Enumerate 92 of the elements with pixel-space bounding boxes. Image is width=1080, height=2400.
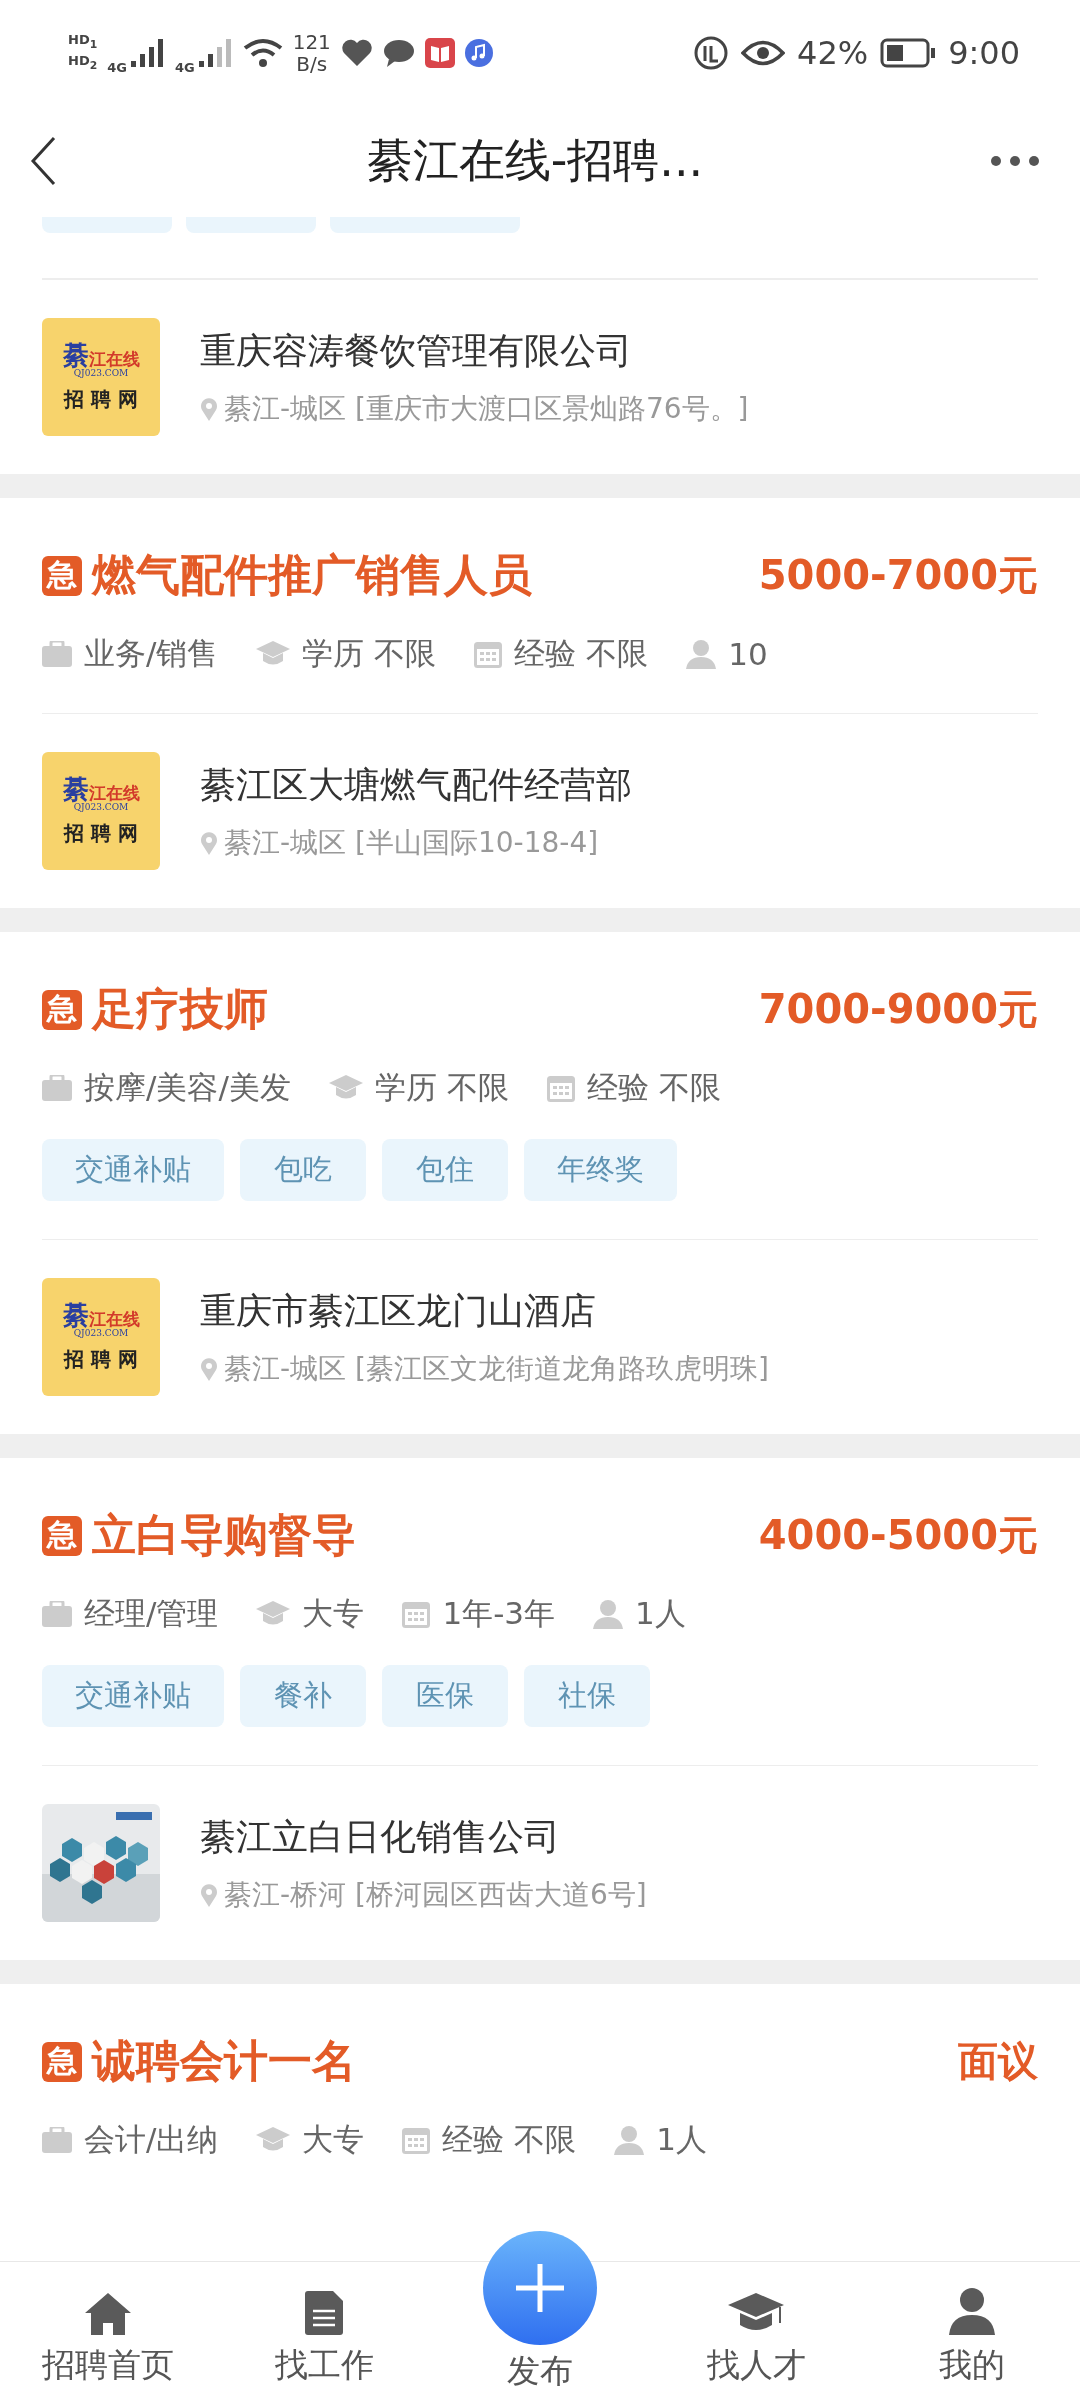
chat-icon bbox=[382, 38, 415, 67]
benefit-tag: 交通补贴 bbox=[42, 1139, 224, 1201]
graduation-cap-icon bbox=[256, 641, 291, 667]
location-pin-icon bbox=[200, 1882, 218, 1907]
company-name[interactable]: 綦江立白日化销售公司 bbox=[200, 1812, 647, 1862]
job-title[interactable]: 立白导购督导 bbox=[92, 1506, 356, 1565]
benefit-tag: 包吃 bbox=[240, 1139, 366, 1201]
music-icon bbox=[464, 38, 493, 67]
battery-icon bbox=[880, 37, 937, 68]
sim-label: HD$_{1}$ bbox=[68, 31, 98, 53]
urgent-badge: 急 bbox=[42, 989, 82, 1030]
graduation-cap-icon bbox=[256, 1601, 291, 1627]
job-attribute: 大专 bbox=[302, 1594, 365, 1633]
job-attribute: 经理/管理 bbox=[84, 1594, 219, 1633]
company-address: 綦江-桥河 [桥河园区西齿大道6号] bbox=[224, 1876, 647, 1913]
urgent-badge: 急 bbox=[42, 2041, 82, 2082]
document-icon bbox=[305, 2291, 343, 2335]
benefit-tag: 年终奖 bbox=[524, 1139, 677, 1201]
benefit-tag: 社保 bbox=[524, 1665, 650, 1727]
calendar-icon bbox=[474, 640, 503, 668]
home-icon bbox=[85, 2293, 131, 2335]
calendar-icon bbox=[402, 2126, 431, 2154]
publish-tab[interactable]: 发布 bbox=[440, 2231, 640, 2400]
speed-text: B/s bbox=[296, 52, 328, 75]
salary-text: 4000-5000元 bbox=[758, 1511, 1038, 1560]
signal-icon bbox=[130, 38, 165, 67]
more-icon[interactable] bbox=[990, 155, 1040, 167]
company-logo: 綦江在线 QJ023.COM 招 聘 网 bbox=[42, 752, 160, 870]
network-label: 4G bbox=[107, 60, 127, 75]
job-attribute: 学历 不限 bbox=[374, 1068, 509, 1107]
job-attribute: 10 bbox=[728, 636, 768, 672]
calendar-icon bbox=[402, 1600, 431, 1628]
briefcase-icon bbox=[42, 2127, 72, 2153]
company-name[interactable]: 重庆市綦江区龙门山酒店 bbox=[200, 1286, 769, 1336]
nav-tab[interactable]: 招聘首页 bbox=[8, 2293, 208, 2400]
job-attribute: 经验 不限 bbox=[586, 1068, 721, 1107]
job-attribute: 业务/销售 bbox=[84, 634, 219, 673]
job-attribute: 经验 不限 bbox=[442, 2120, 577, 2159]
clock-time: 9:00 bbox=[948, 33, 1020, 72]
salary-text: 面议 bbox=[958, 2037, 1038, 2086]
company-logo: 綦江在线 QJ023.COM 招 聘 网 bbox=[42, 318, 160, 436]
wifi-icon bbox=[242, 37, 283, 68]
person-icon bbox=[614, 2125, 645, 2155]
graduation-cap-icon bbox=[328, 1075, 363, 1101]
job-attribute: 1年-3年 bbox=[442, 1594, 556, 1633]
company-address: 綦江-城区 [綦江区文龙街道龙角路玖虎明珠] bbox=[224, 1350, 769, 1387]
benefit-tag: 交通补贴 bbox=[42, 1665, 224, 1727]
location-pin-icon bbox=[200, 1356, 218, 1381]
company-name[interactable]: 重庆容涛餐饮管理有限公司 bbox=[200, 326, 749, 376]
job-attribute: 大专 bbox=[302, 2120, 365, 2159]
company-name[interactable]: 綦江区大塘燃气配件经营部 bbox=[200, 760, 632, 810]
benefit-tag: 餐补 bbox=[240, 1665, 366, 1727]
urgent-badge: 急 bbox=[42, 555, 82, 596]
nav-tab[interactable]: 找人才 bbox=[656, 2293, 856, 2400]
calendar-icon bbox=[546, 1074, 575, 1102]
briefcase-icon bbox=[42, 1601, 72, 1627]
person-icon bbox=[593, 1599, 624, 1629]
benefit-tag: 包住 bbox=[382, 1139, 508, 1201]
job-title[interactable]: 足疗技师 bbox=[92, 980, 268, 1039]
sim-label: HD$_{2}$ bbox=[68, 52, 98, 74]
job-title[interactable]: 燃气配件推广销售人员 bbox=[92, 546, 532, 605]
location-pin-icon bbox=[200, 830, 218, 855]
page-title: 綦江在线-招聘... bbox=[366, 132, 704, 189]
job-attribute: 按摩/美容/美发 bbox=[84, 1068, 291, 1107]
speed-text: 121 bbox=[292, 30, 331, 53]
back-button[interactable] bbox=[30, 136, 56, 186]
network-label: 4G bbox=[174, 60, 195, 75]
company-address: 綦江-城区 [半山国际10-18-4] bbox=[224, 824, 599, 861]
book-icon bbox=[424, 37, 455, 68]
company-address: 綦江-城区 [重庆市大渡口区景灿路76号。] bbox=[224, 390, 749, 427]
nav-tab[interactable]: 我的 bbox=[872, 2287, 1072, 2400]
job-attribute: 1人 bbox=[635, 1594, 686, 1633]
salary-text: 5000-7000元 bbox=[758, 551, 1038, 600]
person-icon bbox=[686, 639, 717, 669]
location-pin-icon bbox=[200, 396, 218, 421]
nav-tab[interactable]: 找工作 bbox=[224, 2291, 424, 2400]
job-attribute: 经验 不限 bbox=[514, 634, 649, 673]
graduation-cap-icon bbox=[256, 2127, 291, 2153]
benefit-tag: 医保 bbox=[382, 1665, 508, 1727]
person-icon bbox=[948, 2287, 996, 2335]
briefcase-icon bbox=[42, 1075, 72, 1101]
signal-icon bbox=[198, 38, 233, 67]
salary-text: 7000-9000元 bbox=[758, 985, 1038, 1034]
job-attribute: 学历 不限 bbox=[302, 634, 437, 673]
job-attribute: 1人 bbox=[656, 2120, 708, 2159]
battery-percent: 42% bbox=[797, 33, 869, 72]
job-attribute: 会计/出纳 bbox=[84, 2120, 219, 2159]
urgent-badge: 急 bbox=[42, 1515, 82, 1556]
heart-icon bbox=[340, 38, 373, 67]
briefcase-icon bbox=[42, 641, 72, 667]
job-title[interactable]: 诚聘会计一名 bbox=[92, 2032, 356, 2091]
company-logo: 綦江在线 QJ023.COM 招 聘 网 bbox=[42, 1278, 160, 1396]
